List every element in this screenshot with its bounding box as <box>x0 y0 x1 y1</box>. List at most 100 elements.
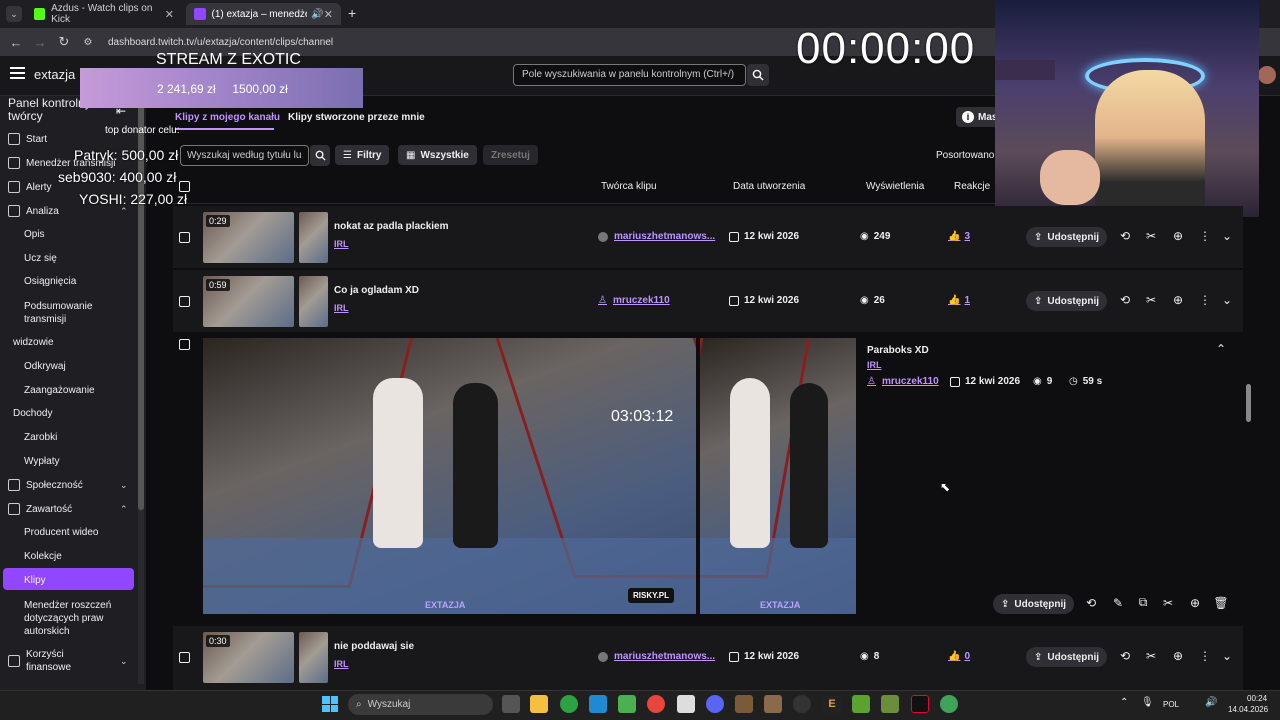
all-dates-button[interactable]: ▦ Wszystkie <box>398 145 477 165</box>
tab-clips-by-me[interactable]: Klipy stworzone przeze mnie <box>288 112 425 123</box>
channel-name[interactable]: extazja <box>34 67 75 82</box>
expanded-clip-creator[interactable]: ♙ mruczek110 <box>867 376 939 387</box>
expanded-clip-category[interactable]: IRL <box>867 360 882 370</box>
browser-tab-twitch[interactable]: (1) extazja – menedżer klip... 🔊 ✕ <box>186 3 341 25</box>
column-date[interactable]: Data utworzenia <box>733 181 805 192</box>
clip-creator[interactable]: mariuszhetmanows... <box>598 231 715 242</box>
clip-thumbnail[interactable]: 0:30 <box>203 632 294 683</box>
more-options-icon[interactable]: ⋮ <box>1197 649 1213 663</box>
sidebar-item-producent-wideo[interactable]: Producent wideo <box>24 527 99 538</box>
more-options-icon[interactable]: ⋮ <box>1197 229 1213 243</box>
share-button[interactable]: ⇪ Udostępnij <box>1026 291 1108 311</box>
close-tab-icon[interactable]: ✕ <box>324 8 333 21</box>
minecraft-icon[interactable] <box>852 695 870 713</box>
vscode-icon[interactable] <box>589 695 607 713</box>
sidebar-item-alerty[interactable]: Alerty <box>8 181 52 193</box>
filters-button[interactable]: ☰ Filtry <box>335 145 390 165</box>
clip-creator[interactable]: ♙ mruczek110 <box>598 295 670 306</box>
add-circle-icon[interactable]: ⊕ <box>1170 229 1186 243</box>
menu-icon[interactable] <box>10 67 25 79</box>
sidebar-item-społeczność[interactable]: Społeczność ⌄ <box>8 479 128 491</box>
clip-checkbox[interactable] <box>179 296 190 307</box>
browser-tab-kick[interactable]: Azdus - Watch clips on Kick ✕ <box>26 3 182 25</box>
sidebar-item-odkrywaj[interactable]: Odkrywaj <box>24 361 66 372</box>
replay-icon[interactable]: ⟲ <box>1083 596 1099 610</box>
app-icon[interactable] <box>735 695 753 713</box>
clock-time[interactable]: 00:24 <box>1247 694 1267 703</box>
sidebar-item-start[interactable]: Start <box>8 133 47 145</box>
trash-icon[interactable]: 🗑 <box>1213 596 1229 610</box>
sidebar-item-ucz-się[interactable]: Ucz się <box>24 253 57 264</box>
site-info-icon[interactable]: ⚙ <box>76 37 100 48</box>
chevron-down-icon[interactable]: ⌄ <box>120 656 128 667</box>
tab-list-button[interactable]: ⌄ <box>6 6 22 22</box>
clip-vertical-thumbnail[interactable] <box>299 276 328 327</box>
new-tab-button[interactable]: + <box>348 5 356 21</box>
expand-chevron-icon[interactable]: ⌄ <box>1219 649 1235 663</box>
add-circle-icon[interactable]: ⊕ <box>1170 293 1186 307</box>
column-views[interactable]: Wyświetlenia <box>866 181 924 192</box>
task-view-icon[interactable] <box>502 695 520 713</box>
clip-category[interactable]: IRL <box>334 303 349 313</box>
sidebar-item-klipy[interactable]: Klipy <box>24 575 46 586</box>
clip-thumbnail[interactable]: 0:29 <box>203 212 294 263</box>
scissors-icon[interactable]: ✂ <box>1143 229 1159 243</box>
windows-start-icon[interactable] <box>322 696 338 712</box>
clip-search-input[interactable]: Wyszukaj według tytułu lu <box>180 145 309 166</box>
clip-vertical-preview[interactable]: EXTAZJA <box>700 338 856 614</box>
close-tab-icon[interactable]: ✕ <box>165 8 174 21</box>
sidebar-item-osiągnięcia[interactable]: Osiągnięcia <box>24 276 76 287</box>
replay-icon[interactable]: ⟲ <box>1117 649 1133 663</box>
clip-title[interactable]: nokat az padla plackiem <box>334 221 449 232</box>
taskbar-search[interactable]: ⌕ Wyszukaj <box>348 694 493 715</box>
user-avatar[interactable] <box>1258 66 1276 84</box>
chrome-icon[interactable] <box>647 695 665 713</box>
tiktok-icon[interactable] <box>911 695 929 713</box>
clip-reactions[interactable]: 👍 0 <box>948 651 970 662</box>
back-arrow-icon[interactable]: ← <box>4 35 28 50</box>
forward-arrow-icon[interactable]: → <box>28 35 52 50</box>
sidebar-item-dochody[interactable]: Dochody <box>13 408 52 419</box>
clip-reactions[interactable]: 👍 1 <box>948 295 970 306</box>
sidebar-item-korzyści-finansowe[interactable]: Korzyści finansowe ⌄ <box>8 648 128 674</box>
expanded-share-button[interactable]: ⇪ Udostępnij <box>993 594 1075 614</box>
microphone-icon[interactable]: 🎙 <box>1141 697 1154 708</box>
discord-icon[interactable] <box>706 695 724 713</box>
clip-search-icon[interactable] <box>310 145 330 166</box>
edit-pencil-icon[interactable]: ✎ <box>1110 596 1126 610</box>
file-explorer-icon[interactable] <box>530 695 548 713</box>
open-external-icon[interactable]: ⧉ <box>1135 595 1151 610</box>
clip-video-player[interactable]: 03:03:12 RISKY.PL EXTAZJA <box>203 338 696 614</box>
expand-chevron-icon[interactable]: ⌄ <box>1219 293 1235 307</box>
clock-date[interactable]: 14.04.2026 <box>1228 705 1268 714</box>
more-options-icon[interactable]: ⋮ <box>1197 293 1213 307</box>
sidebar-item-podsumowanie-transmisji[interactable]: Podsumowanie transmisji <box>24 300 116 326</box>
share-button[interactable]: ⇪ Udostępnij <box>1026 647 1108 667</box>
sidebar-item-analiza[interactable]: Analiza ⌃ <box>8 205 128 217</box>
clip-category[interactable]: IRL <box>334 239 349 249</box>
sort-label[interactable]: Posortowano <box>936 150 994 161</box>
content-scrollbar-thumb[interactable] <box>1246 384 1251 422</box>
clip-title[interactable]: nie poddawaj sie <box>334 641 414 652</box>
url-field[interactable]: dashboard.twitch.tv/u/extazja/content/cl… <box>108 37 333 48</box>
tray-chevron-icon[interactable]: ⌃ <box>1120 697 1128 708</box>
clip-category[interactable]: IRL <box>334 659 349 669</box>
column-creator[interactable]: Twórca klipu <box>601 181 657 192</box>
sidebar-item-wypłaty[interactable]: Wypłaty <box>24 456 59 467</box>
speaker-icon[interactable]: 🔊 <box>311 9 323 20</box>
clip-vertical-thumbnail[interactable] <box>299 632 328 683</box>
share-button[interactable]: ⇪ Udostępnij <box>1026 227 1108 247</box>
sidebar-item-kolekcje[interactable]: Kolekcje <box>24 551 62 562</box>
reload-icon[interactable]: ↻ <box>52 34 76 50</box>
app-icon[interactable]: E <box>823 695 841 713</box>
tab-my-channel-clips[interactable]: Klipy z mojego kanału <box>175 112 280 123</box>
replay-icon[interactable]: ⟲ <box>1117 229 1133 243</box>
clip-reactions[interactable]: 👍 3 <box>948 231 970 242</box>
volume-icon[interactable]: 🔊 <box>1205 697 1217 708</box>
chevron-down-icon[interactable]: ⌄ <box>120 480 128 491</box>
clip-title[interactable]: Co ja ogladam XD <box>334 285 419 296</box>
column-reactions[interactable]: Reakcje <box>954 181 990 192</box>
clip-checkbox[interactable] <box>179 339 190 350</box>
app-icon[interactable] <box>764 695 782 713</box>
sidebar-item-menedżer-roszczeń-dotyczących-praw-autorskich[interactable]: Menedżer roszczeń dotyczących praw autor… <box>24 599 116 638</box>
